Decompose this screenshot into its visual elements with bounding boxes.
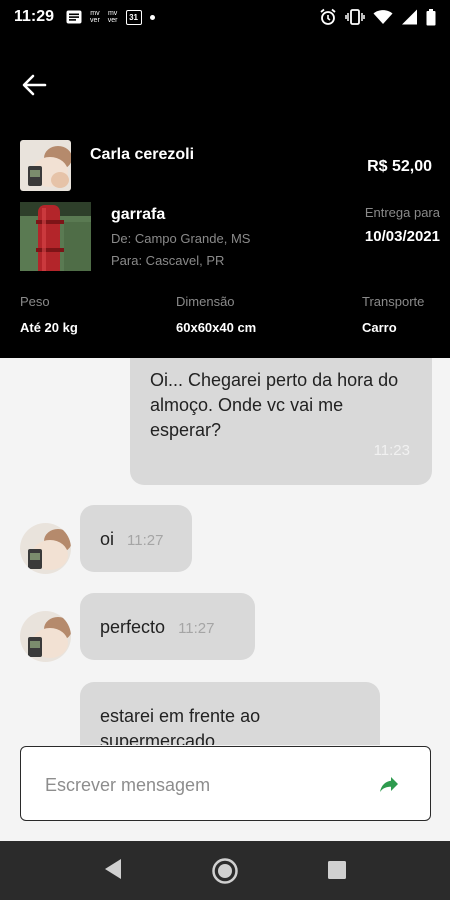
shipment-header: Carla cerezoli R$ 52,00 garrafa De: Camp…: [0, 34, 450, 358]
weight-value: Até 20 kg: [20, 320, 78, 335]
notification-dot-icon: [149, 14, 155, 20]
message-time: 11:27: [178, 620, 215, 637]
message-time: 11:23: [373, 442, 410, 459]
price: R$ 52,00: [367, 158, 432, 175]
app-badge-icon-2: mv ver: [107, 10, 118, 24]
weight-label: Peso: [20, 294, 50, 309]
send-icon[interactable]: [376, 771, 402, 797]
status-time: 11:29: [14, 8, 55, 25]
origin-text: De: Campo Grande, MS: [111, 231, 251, 246]
product-name: garrafa: [111, 206, 166, 223]
delivery-date: 10/03/2021: [364, 228, 440, 245]
app-badge-icon: mv ver: [90, 10, 100, 24]
dimension-label: Dimensão: [176, 294, 235, 309]
chat-messages[interactable]: Oi... Chegarei perto da hora do almoço. …: [0, 358, 450, 745]
nav-recents-icon[interactable]: [328, 861, 346, 879]
signal-icon: [402, 9, 417, 25]
product-image: [20, 202, 91, 271]
transport-label: Transporte: [362, 294, 425, 309]
user-avatar[interactable]: [20, 140, 71, 191]
system-nav-bar: [0, 841, 450, 900]
destination-text: Para: Cascavel, PR: [111, 253, 225, 268]
delivery-label: Entrega para: [364, 205, 440, 220]
message-text: oi: [100, 529, 115, 549]
dimension-value: 60x60x40 cm: [176, 320, 257, 335]
message-input[interactable]: [45, 771, 365, 799]
message-time: 11:27: [127, 532, 164, 549]
message-bubble-received: oi 11:27: [80, 505, 192, 572]
message-bubble-received: perfecto 11:27: [80, 593, 255, 660]
user-name: Carla cerezoli: [90, 146, 195, 163]
notification-icon: [66, 10, 82, 24]
back-arrow-icon[interactable]: [18, 70, 52, 100]
status-bar: 11:29 mv ver mv ver 31: [0, 0, 450, 34]
message-bubble-sent: Oi... Chegarei perto da hora do almoço. …: [130, 358, 432, 485]
message-bubble-received: estarei em frente ao supermercado: [80, 682, 380, 745]
message-text: Oi... Chegarei perto da hora do almoço. …: [150, 370, 399, 440]
sender-avatar[interactable]: [20, 523, 71, 574]
vibrate-icon: [345, 9, 365, 25]
sender-avatar[interactable]: [20, 611, 71, 662]
nav-back-icon[interactable]: [104, 858, 122, 880]
battery-icon: [426, 8, 436, 25]
message-text: estarei em frente ao supermercado: [100, 706, 261, 745]
alarm-icon: [320, 8, 336, 25]
message-text: perfecto: [100, 617, 166, 637]
wifi-icon: [373, 10, 393, 24]
composer: [0, 745, 450, 841]
calendar-icon: 31: [125, 9, 142, 25]
message-input-box[interactable]: [20, 746, 431, 821]
transport-value: Carro: [362, 320, 397, 335]
nav-home-icon[interactable]: [211, 857, 239, 885]
